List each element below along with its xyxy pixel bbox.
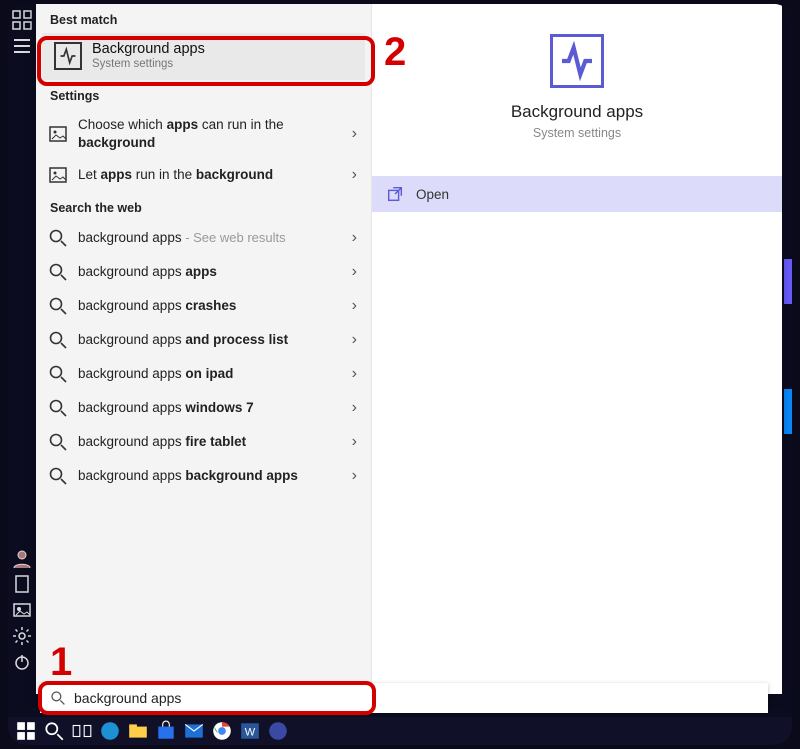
rail-grid-icon[interactable] <box>12 10 32 30</box>
web-result-label: background apps background apps <box>78 467 359 485</box>
chevron-right-icon: › <box>352 399 357 417</box>
tb-app-icon[interactable] <box>267 720 289 742</box>
web-result-6[interactable]: background apps fire tablet› <box>36 425 371 459</box>
rail-settings-icon[interactable] <box>12 626 32 646</box>
start-search-panel: Best match Background apps System settin… <box>36 4 782 694</box>
search-icon <box>48 432 68 452</box>
chevron-right-icon: › <box>352 125 357 143</box>
settings-result-0[interactable]: Choose which apps can run in the backgro… <box>36 109 371 158</box>
image-icon <box>48 165 68 185</box>
rail-power-icon[interactable] <box>12 652 32 672</box>
chevron-right-icon: › <box>352 331 357 349</box>
open-label: Open <box>416 187 449 202</box>
image-icon <box>48 124 68 144</box>
settings-result-label: Choose which apps can run in the backgro… <box>78 116 359 151</box>
settings-result-1[interactable]: Let apps run in the background › <box>36 158 371 192</box>
web-result-7[interactable]: background apps background apps› <box>36 459 371 493</box>
left-icon-rail <box>8 4 36 745</box>
settings-result-label: Let apps run in the background <box>78 166 359 184</box>
open-action[interactable]: Open <box>372 176 782 212</box>
section-web: Search the web <box>36 192 371 221</box>
taskbar: W <box>8 717 792 745</box>
chevron-right-icon: › <box>352 467 357 485</box>
web-result-label: background apps fire tablet <box>78 433 359 451</box>
search-icon <box>48 228 68 248</box>
web-result-label: background apps windows 7 <box>78 399 359 417</box>
tb-edge-icon[interactable] <box>99 720 121 742</box>
start-button[interactable] <box>15 720 37 742</box>
bg-accent-2 <box>784 389 792 434</box>
web-result-label: background apps on ipad <box>78 365 359 383</box>
tb-store-icon[interactable] <box>155 720 177 742</box>
bg-accent-1 <box>784 259 792 304</box>
best-match-result[interactable]: Background apps System settings <box>42 33 365 80</box>
chevron-right-icon: › <box>352 433 357 451</box>
detail-column: Background apps System settings Open <box>372 4 782 694</box>
chevron-right-icon: › <box>352 297 357 315</box>
search-icon <box>50 690 66 706</box>
search-input[interactable] <box>74 690 758 706</box>
section-best-match: Best match <box>36 4 371 33</box>
rail-pictures-icon[interactable] <box>12 600 32 620</box>
tb-explorer-icon[interactable] <box>127 720 149 742</box>
best-match-title: Background apps <box>92 41 205 57</box>
web-result-label: background apps crashes <box>78 297 359 315</box>
open-icon <box>386 185 404 203</box>
search-icon <box>48 330 68 350</box>
chevron-right-icon: › <box>352 166 357 184</box>
web-result-label: background apps - See web results <box>78 229 359 247</box>
rail-document-icon[interactable] <box>12 574 32 594</box>
search-icon <box>48 296 68 316</box>
web-result-label: background apps apps <box>78 263 359 281</box>
svg-text:W: W <box>245 726 256 738</box>
search-icon <box>48 262 68 282</box>
web-result-3[interactable]: background apps and process list› <box>36 323 371 357</box>
tb-mail-icon[interactable] <box>183 720 205 742</box>
activity-icon-large <box>550 34 604 88</box>
best-match-subtitle: System settings <box>92 58 205 70</box>
chevron-right-icon: › <box>352 365 357 383</box>
web-result-5[interactable]: background apps windows 7› <box>36 391 371 425</box>
chevron-right-icon: › <box>352 229 357 247</box>
search-icon <box>48 398 68 418</box>
web-result-1[interactable]: background apps apps› <box>36 255 371 289</box>
chevron-right-icon: › <box>352 263 357 281</box>
results-column: Best match Background apps System settin… <box>36 4 372 694</box>
rail-menu-icon[interactable] <box>12 36 32 56</box>
detail-subtitle: System settings <box>372 126 782 140</box>
tb-word-icon[interactable]: W <box>239 720 261 742</box>
web-result-2[interactable]: background apps crashes› <box>36 289 371 323</box>
web-result-4[interactable]: background apps on ipad› <box>36 357 371 391</box>
search-icon <box>48 364 68 384</box>
web-result-0[interactable]: background apps - See web results› <box>36 221 371 255</box>
tb-chrome-icon[interactable] <box>211 720 233 742</box>
search-icon <box>48 466 68 486</box>
search-bar[interactable] <box>40 683 768 713</box>
detail-title: Background apps <box>372 102 782 122</box>
activity-icon <box>54 42 82 70</box>
tb-taskview-icon[interactable] <box>71 720 93 742</box>
web-result-label: background apps and process list <box>78 331 359 349</box>
rail-user-icon[interactable] <box>12 548 32 568</box>
section-settings: Settings <box>36 80 371 109</box>
tb-search-icon[interactable] <box>43 720 65 742</box>
